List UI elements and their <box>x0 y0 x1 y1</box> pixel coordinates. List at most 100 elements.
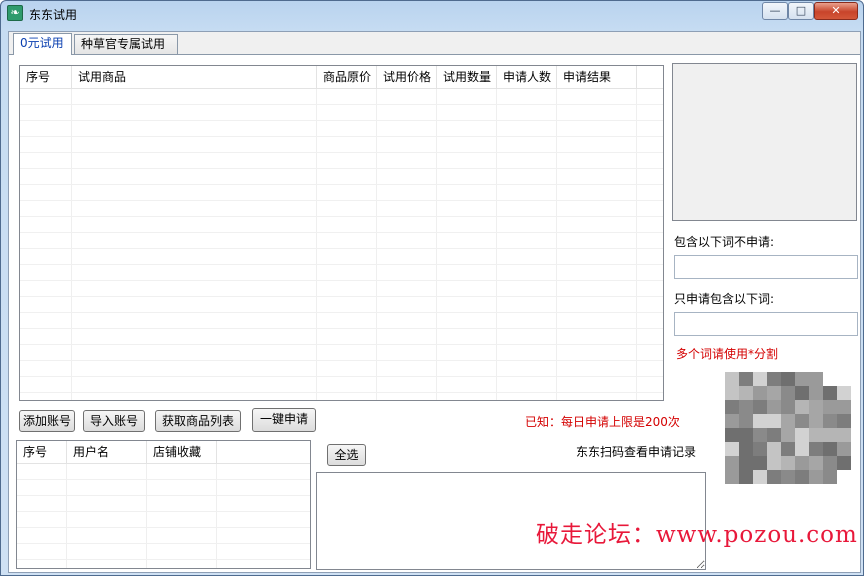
qr-pixel <box>795 470 809 484</box>
daily-limit-notice: 已知：每日申请上限是200次 <box>525 415 680 429</box>
empty-row <box>20 233 663 249</box>
empty-row <box>20 89 663 105</box>
tab-free-trial[interactable]: 0元试用 <box>13 33 72 55</box>
column-header-original-price[interactable]: 商品原价 <box>317 66 377 89</box>
column-header-trial-price[interactable]: 试用价格 <box>377 66 437 89</box>
qr-pixel <box>767 442 781 456</box>
qr-pixel <box>725 456 739 470</box>
empty-row <box>20 105 663 121</box>
empty-row <box>20 361 663 377</box>
qr-pixel <box>753 470 767 484</box>
qr-pixel <box>823 442 837 456</box>
minimize-button[interactable]: — <box>762 2 788 20</box>
qr-pixel <box>781 414 795 428</box>
empty-row <box>20 121 663 137</box>
qr-pixel <box>781 386 795 400</box>
forum-watermark: 破走论坛：www.pozou.com <box>536 522 858 548</box>
qr-pixel <box>767 372 781 386</box>
maximize-button[interactable]: □ <box>788 2 814 20</box>
qr-pixel <box>795 414 809 428</box>
qr-pixel <box>823 400 837 414</box>
qr-pixel <box>837 400 851 414</box>
qr-pixel <box>795 442 809 456</box>
qr-pixel <box>837 442 851 456</box>
qr-pixel <box>795 372 809 386</box>
select-all-button[interactable]: 全选 <box>327 444 366 466</box>
qr-pixel <box>809 456 823 470</box>
column-header-account-index[interactable]: 序号 <box>17 441 67 464</box>
title-bar[interactable]: ❧ 东东试用 — □ ✕ <box>1 1 863 27</box>
qr-pixel <box>837 386 851 400</box>
qr-pixel <box>837 428 851 442</box>
qr-pixel <box>809 470 823 484</box>
close-button[interactable]: ✕ <box>814 2 858 20</box>
qr-pixel <box>725 442 739 456</box>
column-header-product[interactable]: 试用商品 <box>72 66 317 89</box>
account-table[interactable]: 序号 用户名 店铺收藏 <box>16 440 311 569</box>
include-words-input[interactable] <box>674 312 858 336</box>
tab-panel: 序号 试用商品 商品原价 试用价格 试用数量 申请人数 申请结果 包含以下词不申… <box>9 54 860 572</box>
empty-row <box>17 464 310 480</box>
qr-pixel <box>809 400 823 414</box>
include-words-label: 只申请包含以下词: <box>674 292 775 306</box>
empty-row <box>20 137 663 153</box>
qr-pixel <box>781 470 795 484</box>
qr-pixel <box>739 428 753 442</box>
qr-pixel <box>823 456 837 470</box>
qr-pixel <box>753 414 767 428</box>
qr-pixel <box>767 414 781 428</box>
qr-pixel <box>753 428 767 442</box>
scan-qr-label: 东东扫码查看申请记录 <box>576 445 697 459</box>
qr-pixel <box>739 442 753 456</box>
column-header-index[interactable]: 序号 <box>20 66 72 89</box>
tab-seeder-trial[interactable]: 种草官专属试用 <box>74 34 178 55</box>
app-window: ❧ 东东试用 — □ ✕ 0元试用 种草官专属试用 序号 试用商品 商品原价 试… <box>0 0 864 576</box>
qr-pixel <box>823 386 837 400</box>
empty-row <box>20 217 663 233</box>
column-header-applicants[interactable]: 申请人数 <box>497 66 557 89</box>
qr-pixel <box>725 470 739 484</box>
account-table-header: 序号 用户名 店铺收藏 <box>17 441 310 464</box>
column-header-result[interactable]: 申请结果 <box>557 66 637 89</box>
qr-pixel <box>767 456 781 470</box>
qr-pixel <box>753 456 767 470</box>
empty-row <box>20 169 663 185</box>
qr-pixel <box>781 400 795 414</box>
qr-pixel <box>767 386 781 400</box>
qr-pixel <box>809 442 823 456</box>
column-header-shop-favorites[interactable]: 店铺收藏 <box>147 441 217 464</box>
qr-pixel <box>781 442 795 456</box>
window-title: 东东试用 <box>29 8 78 22</box>
empty-row <box>20 153 663 169</box>
empty-row <box>17 496 310 512</box>
qr-pixel <box>753 386 767 400</box>
empty-row <box>20 281 663 297</box>
column-header-username[interactable]: 用户名 <box>67 441 147 464</box>
qr-pixel <box>837 414 851 428</box>
qr-pixel <box>823 428 837 442</box>
qr-code-icon <box>713 368 857 486</box>
empty-row <box>20 329 663 345</box>
fetch-product-list-button[interactable]: 获取商品列表 <box>155 410 241 432</box>
exclude-words-input[interactable] <box>674 255 858 279</box>
qr-pixel <box>739 456 753 470</box>
add-account-button[interactable]: 添加账号 <box>19 410 75 432</box>
qr-pixel <box>739 414 753 428</box>
client-area: 0元试用 种草官专属试用 序号 试用商品 商品原价 试用价格 试用数量 申请人数… <box>8 31 861 573</box>
import-account-button[interactable]: 导入账号 <box>83 410 145 432</box>
empty-row <box>20 201 663 217</box>
empty-row <box>20 185 663 201</box>
one-click-apply-button[interactable]: 一键申请 <box>252 408 316 432</box>
empty-row <box>20 297 663 313</box>
qr-pixel <box>795 386 809 400</box>
qr-pixel <box>837 456 851 470</box>
qr-pixel <box>809 428 823 442</box>
product-table[interactable]: 序号 试用商品 商品原价 试用价格 试用数量 申请人数 申请结果 <box>19 65 664 401</box>
empty-row <box>20 249 663 265</box>
empty-row <box>17 544 310 560</box>
qr-pixel <box>739 372 753 386</box>
qr-pixel <box>725 414 739 428</box>
qr-pixel <box>823 414 837 428</box>
product-image-preview <box>672 63 857 221</box>
column-header-trial-quantity[interactable]: 试用数量 <box>437 66 497 89</box>
